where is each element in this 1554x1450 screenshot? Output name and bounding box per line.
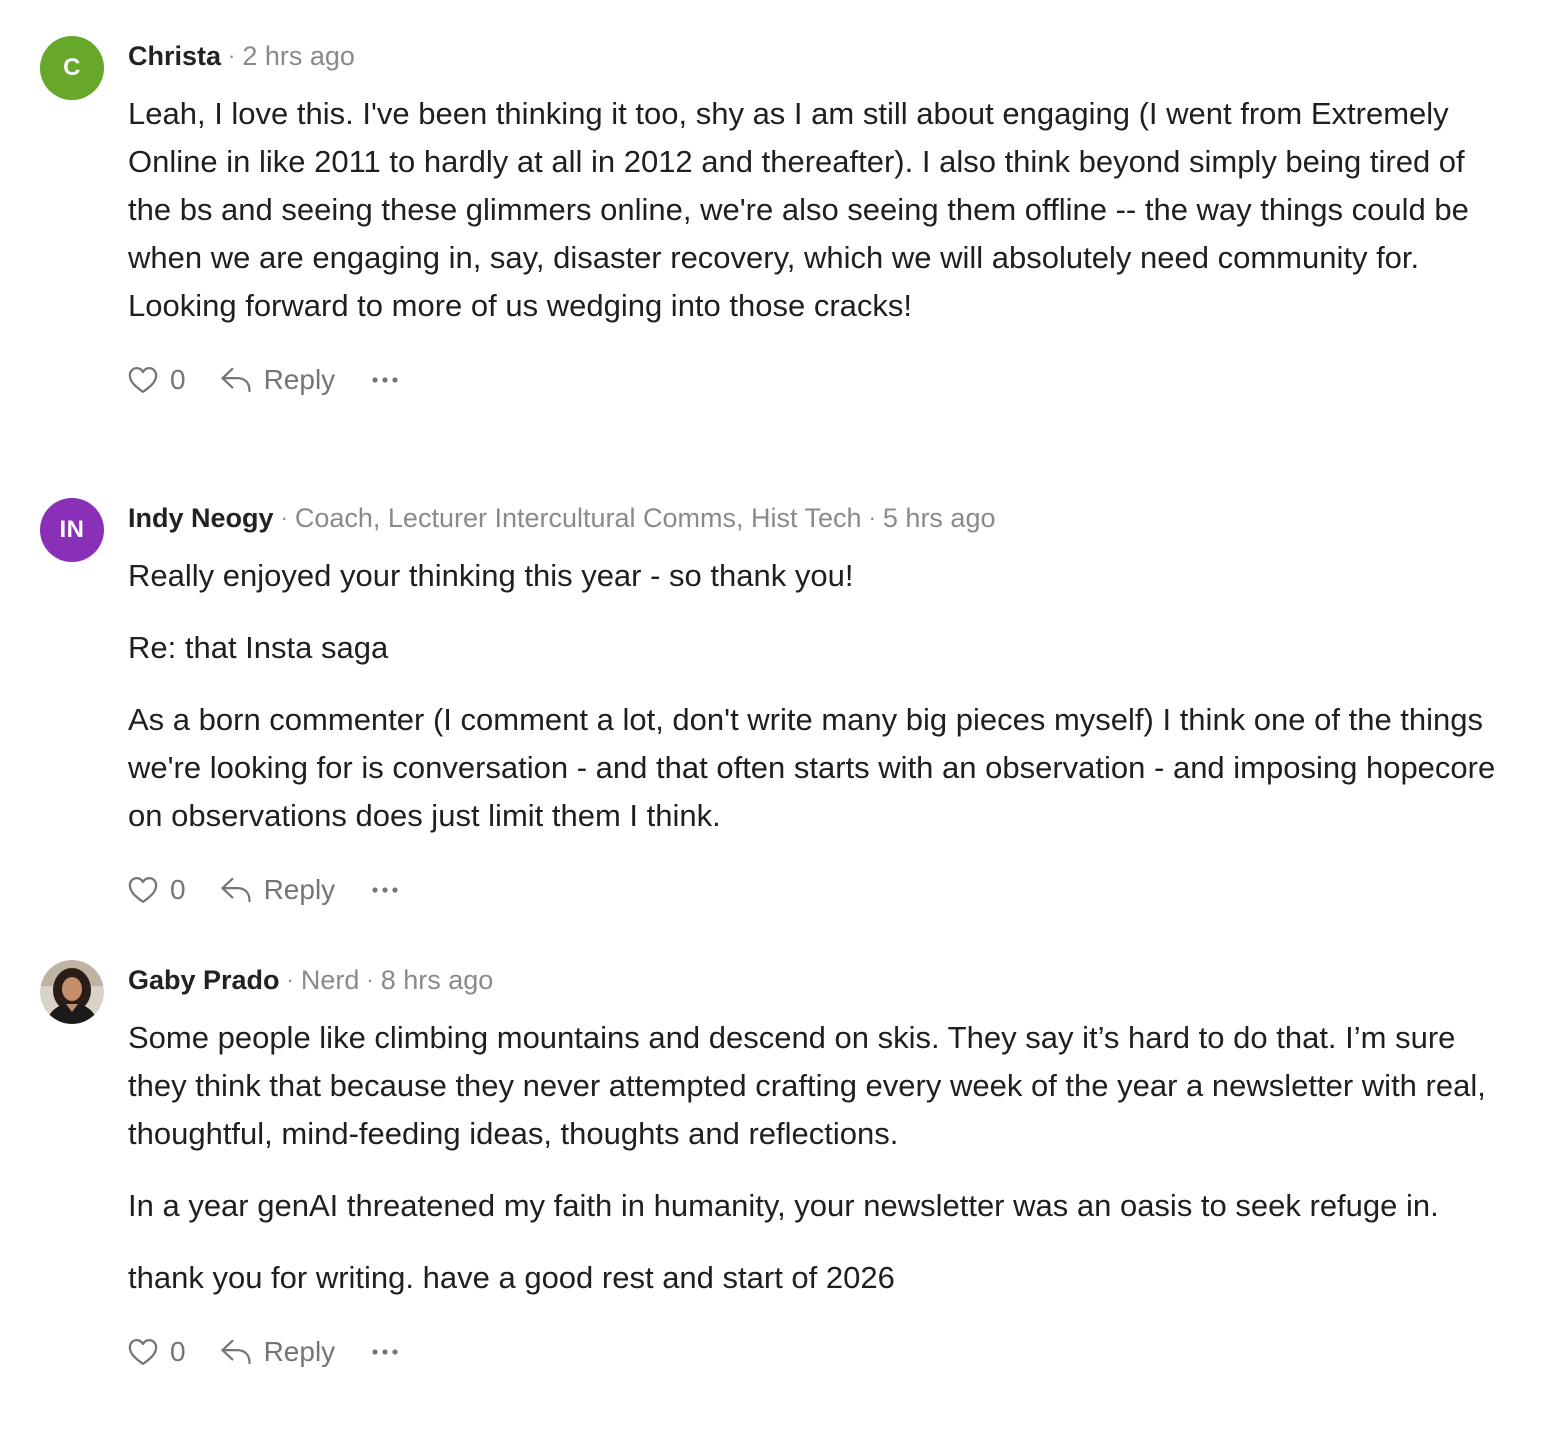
more-options-button[interactable] — [371, 376, 399, 384]
more-options-icon — [371, 886, 399, 894]
comment-body: Gaby Prado · Nerd · 8 hrs ago Some peopl… — [128, 960, 1508, 1374]
reply-label: Reply — [263, 1336, 336, 1367]
meta-separator: · — [366, 967, 374, 992]
comment-paragraph: As a born commenter (I comment a lot, do… — [128, 702, 1496, 833]
comment-paragraph: thank you for writing. have a good rest … — [128, 1260, 895, 1295]
like-count: 0 — [170, 364, 186, 395]
reply-button[interactable]: Reply — [220, 874, 336, 906]
comment-text: Leah, I love this. I've been thinking it… — [128, 90, 1508, 330]
comment-meta: Christa · 2 hrs ago — [128, 36, 1508, 76]
meta-separator: · — [228, 43, 236, 68]
heart-icon — [128, 876, 158, 904]
comment-body: Indy Neogy · Coach, Lecturer Intercultur… — [128, 498, 1508, 912]
reply-arrow-icon — [220, 876, 252, 904]
comment-text: Some people like climbing mountains and … — [128, 1014, 1508, 1302]
meta-separator: · — [286, 967, 294, 992]
comment-meta: Indy Neogy · Coach, Lecturer Intercultur… — [128, 498, 1508, 538]
reply-label: Reply — [263, 874, 336, 905]
avatar[interactable] — [40, 960, 104, 1024]
comment-body: Christa · 2 hrs ago Leah, I love this. I… — [128, 36, 1508, 402]
like-button[interactable]: 0 — [128, 1336, 186, 1368]
author-name[interactable]: Gaby Prado — [128, 965, 280, 996]
meta-separator: · — [280, 505, 288, 530]
comment-actions: 0 Reply — [128, 358, 1508, 402]
like-button[interactable]: 0 — [128, 364, 186, 396]
reply-label: Reply — [263, 364, 336, 395]
comment-timestamp[interactable]: 5 hrs ago — [883, 503, 996, 534]
comment-actions: 0 Reply — [128, 868, 1508, 912]
avatar-initials: IN — [59, 516, 85, 543]
comment-paragraph: Leah, I love this. I've been thinking it… — [128, 96, 1469, 323]
comment-timestamp[interactable]: 8 hrs ago — [381, 965, 494, 996]
more-options-button[interactable] — [371, 886, 399, 894]
author-bio: Nerd — [300, 964, 360, 995]
comments-section: C Christa · 2 hrs ago Leah, I love this.… — [0, 0, 1554, 1450]
reply-arrow-icon — [220, 366, 252, 394]
profile-photo-icon — [40, 960, 104, 1024]
like-button[interactable]: 0 — [128, 874, 186, 906]
avatar[interactable]: IN — [40, 498, 104, 562]
heart-icon — [128, 1338, 158, 1366]
avatar[interactable]: C — [40, 36, 104, 100]
author-bio: Coach, Lecturer Intercultural Comms, His… — [294, 502, 862, 533]
reply-button[interactable]: Reply — [220, 364, 336, 396]
comment-text: Really enjoyed your thinking this year -… — [128, 552, 1508, 840]
comment-meta: Gaby Prado · Nerd · 8 hrs ago — [128, 960, 1508, 1000]
like-count: 0 — [170, 1336, 186, 1367]
more-options-icon — [371, 376, 399, 384]
comment-actions: 0 Reply — [128, 1330, 1508, 1374]
more-options-icon — [371, 1348, 399, 1356]
comment-paragraph: In a year genAI threatened my faith in h… — [128, 1188, 1439, 1223]
avatar-initials: C — [63, 54, 81, 81]
comment-paragraph: Really enjoyed your thinking this year -… — [128, 558, 854, 593]
comment-timestamp[interactable]: 2 hrs ago — [242, 41, 355, 72]
reply-button[interactable]: Reply — [220, 1336, 336, 1368]
author-name[interactable]: Indy Neogy — [128, 503, 274, 534]
like-count: 0 — [170, 874, 186, 905]
meta-separator: · — [868, 505, 876, 530]
more-options-button[interactable] — [371, 1348, 399, 1356]
comment-paragraph: Some people like climbing mountains and … — [128, 1020, 1486, 1151]
heart-icon — [128, 366, 158, 394]
reply-arrow-icon — [220, 1338, 252, 1366]
comment-paragraph: Re: that Insta saga — [128, 630, 389, 665]
author-name[interactable]: Christa — [128, 41, 221, 72]
